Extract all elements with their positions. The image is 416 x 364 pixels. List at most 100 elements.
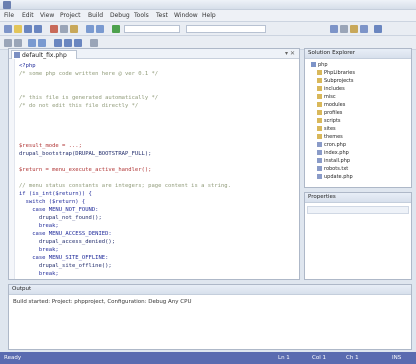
solution-explorer-header: Solution Explorer (305, 49, 411, 59)
output-title: Output (12, 286, 32, 292)
properties-header: Properties (305, 193, 411, 203)
status-col: Col 1 (312, 355, 326, 361)
open-folder-icon[interactable] (14, 25, 22, 33)
menu-test[interactable]: Test (156, 12, 168, 19)
status-bar: Ready Ln 1 Col 1 Ch 1 INS (0, 352, 416, 364)
prev-bookmark-icon[interactable] (64, 39, 72, 47)
code-line: case MENU_ACCESS_DENIED: (19, 231, 112, 237)
code-line: case MENU_NOT_FOUND: (19, 207, 99, 213)
code-line: break; (19, 223, 59, 229)
close-tab-icon[interactable]: ▾ ✕ (285, 50, 295, 57)
code-line: $return = menu_execute_active_handler(); (19, 167, 152, 173)
app-icon (3, 1, 11, 9)
menu-window[interactable]: Window (174, 12, 198, 19)
clear-bookmarks-icon[interactable] (90, 39, 98, 47)
folder-icon (317, 70, 322, 75)
bookmark-icon[interactable] (54, 39, 62, 47)
output-panel: Output Build started: Project: phpprojec… (8, 284, 412, 350)
tree-item[interactable]: misc (317, 94, 336, 101)
tree-item[interactable]: robots.txt (317, 166, 348, 173)
menu-edit[interactable]: Edit (22, 12, 34, 19)
code-editor[interactable]: default_fix.php ▾ ✕ <?php /* some php co… (8, 48, 300, 280)
toolbox-icon[interactable] (360, 25, 368, 33)
copy-icon[interactable] (60, 25, 68, 33)
tree-item[interactable]: themes (317, 134, 343, 141)
solution-explorer: Solution Explorer php PhpLibraries Subpr… (304, 48, 412, 188)
tree-item[interactable]: install.php (317, 158, 350, 165)
tree-item[interactable]: php (311, 62, 328, 69)
new-project-icon[interactable] (4, 25, 12, 33)
folder-icon (317, 126, 322, 131)
status-char: Ch 1 (346, 355, 359, 361)
code-line: /* do not edit this file directly */ (19, 103, 139, 109)
tree-item[interactable]: index.php (317, 150, 349, 157)
output-text: Build started: Project: phpproject, Conf… (13, 299, 192, 305)
save-icon[interactable] (24, 25, 32, 33)
editor-tab-label: default_fix.php (22, 52, 67, 59)
solution-explorer-title: Solution Explorer (308, 50, 356, 56)
code-line: // menu status constants are integers; p… (19, 183, 231, 189)
menu-build[interactable]: Build (88, 12, 103, 19)
tree-item[interactable]: update.php (317, 174, 353, 181)
file-icon (317, 166, 322, 171)
outdent-icon[interactable] (14, 39, 22, 47)
properties-panel: Properties (304, 192, 412, 280)
code-line: break; (19, 247, 59, 253)
config-dropdown[interactable] (124, 25, 180, 33)
menu-help[interactable]: Help (202, 12, 216, 19)
file-icon (317, 158, 322, 163)
code-line: <?php (19, 63, 36, 69)
redo-icon[interactable] (96, 25, 104, 33)
tree-item[interactable]: cron.php (317, 142, 346, 149)
find-combo[interactable] (186, 25, 266, 33)
ide-window: File Edit View Project Build Debug Tools… (0, 0, 416, 364)
code-line: /* some php code written here @ ver 0.1 … (19, 71, 159, 77)
save-all-icon[interactable] (34, 25, 42, 33)
properties-icon[interactable] (350, 25, 358, 33)
cut-icon[interactable] (50, 25, 58, 33)
next-bookmark-icon[interactable] (74, 39, 82, 47)
project-icon (311, 62, 316, 67)
code-line: drupal_bootstrap(DRUPAL_BOOTSTRAP_FULL); (19, 151, 152, 157)
properties-object-dropdown[interactable] (307, 206, 409, 214)
code-line: $result_mode = ...; (19, 143, 82, 149)
folder-icon (317, 78, 322, 83)
start-page-icon[interactable] (374, 25, 382, 33)
file-icon (317, 150, 322, 155)
output-header: Output (9, 285, 411, 295)
tree-item[interactable]: modules (317, 102, 345, 109)
start-debug-icon[interactable] (112, 25, 120, 33)
tree-item[interactable]: scripts (317, 118, 341, 125)
folder-icon (317, 94, 322, 99)
menu-debug[interactable]: Debug (110, 12, 130, 19)
file-icon (317, 174, 322, 179)
title-bar (0, 0, 416, 10)
code-line: drupal_access_denied(); (19, 239, 116, 245)
solution-explorer-icon[interactable] (340, 25, 348, 33)
comment-icon[interactable] (28, 39, 36, 47)
tree-item[interactable]: PhpLibraries (317, 70, 355, 77)
folder-icon (317, 86, 322, 91)
code-line: /* this file is generated automatically … (19, 95, 159, 101)
tree-item[interactable]: profiles (317, 110, 342, 117)
paste-icon[interactable] (70, 25, 78, 33)
standard-toolbar (0, 22, 416, 36)
menu-tools[interactable]: Tools (134, 12, 149, 19)
tree-item[interactable]: includes (317, 86, 345, 93)
menu-file[interactable]: File (4, 12, 14, 19)
menu-view[interactable]: View (40, 12, 54, 19)
status-mode: INS (392, 355, 402, 361)
code-line: switch ($return) { (19, 199, 86, 205)
menu-project[interactable]: Project (60, 12, 81, 19)
find-icon[interactable] (330, 25, 338, 33)
folder-icon (317, 102, 322, 107)
uncomment-icon[interactable] (38, 39, 46, 47)
editor-tab[interactable]: default_fix.php (11, 50, 77, 59)
tree-item[interactable]: sites (317, 126, 336, 133)
editor-tab-strip: default_fix.php ▾ ✕ (9, 49, 299, 59)
folder-icon (317, 118, 322, 123)
indent-icon[interactable] (4, 39, 12, 47)
tree-item[interactable]: Subprojects (317, 78, 353, 85)
code-line: break; (19, 271, 59, 277)
undo-icon[interactable] (86, 25, 94, 33)
